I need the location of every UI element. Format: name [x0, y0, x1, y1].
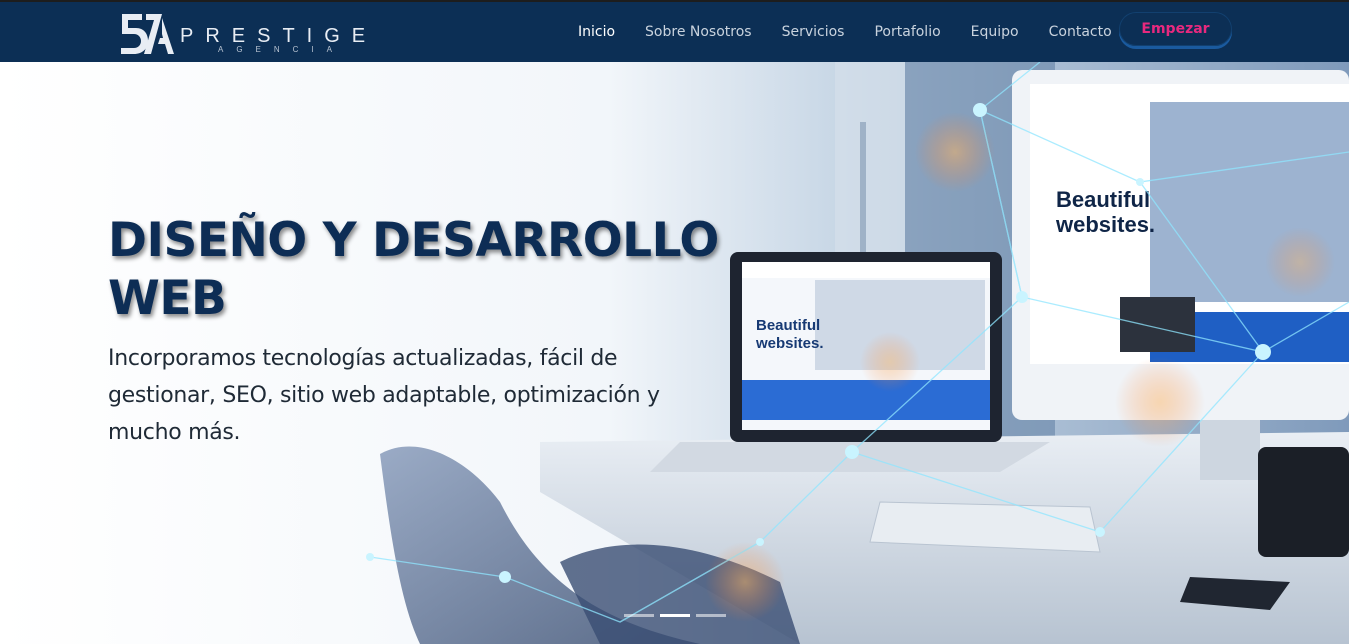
carousel-dot[interactable]: [660, 614, 690, 617]
hero-title: DISEÑO Y DESARROLLO WEB: [108, 213, 719, 326]
empezar-button[interactable]: Empezar: [1119, 12, 1232, 46]
nav-link-servicios[interactable]: Servicios: [767, 24, 860, 40]
carousel-indicators: [624, 614, 726, 617]
nav-link-portafolio[interactable]: Portafolio: [859, 24, 955, 40]
svg-text:Beautiful: Beautiful: [756, 317, 820, 334]
svg-text:websites.: websites.: [755, 335, 824, 352]
nav-link-equipo[interactable]: Equipo: [956, 24, 1034, 40]
nav-link-sobre-nosotros[interactable]: Sobre Nosotros: [630, 24, 767, 40]
carousel-dot[interactable]: [696, 614, 726, 617]
svg-text:Beautiful: Beautiful: [1056, 187, 1150, 212]
hero-subtitle: Incorporamos tecnologías actualizadas, f…: [108, 346, 660, 445]
hero-slider: Beautiful websites. Beautiful websites.: [0, 62, 1349, 644]
main-nav: Inicio Sobre Nosotros Servicios Portafolio E…: [563, 2, 1127, 62]
logo-mark-icon: [121, 14, 174, 54]
nav-link-inicio[interactable]: Inicio: [563, 24, 630, 40]
navbar: PRESTIGE AGENCIA Inicio Sobre Nosotros Ser…: [0, 0, 1349, 62]
carousel-dot[interactable]: [624, 614, 654, 617]
brand-logo[interactable]: PRESTIGE AGENCIA: [118, 10, 365, 56]
nav-link-contacto[interactable]: Contacto: [1034, 24, 1127, 40]
svg-text:websites.: websites.: [1055, 212, 1155, 237]
brand-tagline: AGENCIA: [218, 45, 346, 54]
